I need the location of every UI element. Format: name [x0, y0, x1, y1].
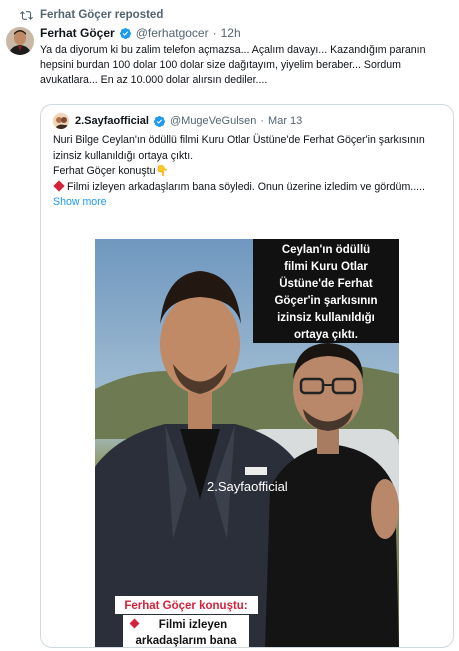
quoted-tweet-text: Nuri Bilge Ceylan'ın ödüllü filmi Kuru O… [53, 133, 445, 211]
verified-badge-icon[interactable] [153, 115, 166, 128]
caption-top-line-4: Göçer'in şarkısının [274, 295, 377, 307]
header-separator: · [212, 26, 217, 40]
repost-label: Ferhat Göçer reposted [40, 9, 164, 21]
repost-icon [20, 10, 33, 20]
show-more-link[interactable]: Show more [53, 195, 445, 211]
repost-indicator[interactable]: Ferhat Göçer reposted [20, 6, 163, 24]
quoted-tweet-card[interactable]: 2.Sayfaofficial @MugeVeGulsen · Mar 13 N… [40, 104, 454, 648]
quoted-header-separator: · [260, 115, 265, 127]
caption-top-line-2: filmi Kuru Otlar [284, 261, 368, 273]
caption-top-line-1: Ceylan'ın ödüllü [282, 244, 370, 256]
quoted-tweet-time[interactable]: Mar 13 [268, 115, 302, 127]
caption-top-line-3: Üstüne'de Ferhat [279, 277, 373, 290]
tweet-header: Ferhat Göçer @ferhatgocer · 12h [40, 26, 241, 40]
tweet-time[interactable]: 12h [221, 26, 241, 40]
verified-badge-icon[interactable] [119, 27, 132, 40]
author-handle[interactable]: @ferhatgocer [136, 26, 209, 40]
quoted-text-line-1: Nuri Bilge Ceylan'ın ödüllü filmi Kuru O… [53, 134, 425, 162]
quoted-author-avatar[interactable] [53, 113, 69, 129]
tweet-text: Ya da diyorum ki bu zalim telefon açmazs… [40, 44, 426, 86]
quoted-avatar-image [53, 113, 69, 129]
quoted-tweet-image[interactable]: Ceylan'ın ödüllü filmi Kuru Otlar Üstüne… [95, 239, 399, 647]
caption-top-line-6: ortaya çıktı. [294, 329, 358, 341]
caption-bottom-title: Ferhat Göçer konuştu: [124, 600, 247, 612]
media-watermark: 2.Sayfaofficial [207, 479, 288, 494]
quoted-text-line-2: Ferhat Göçer konuştu👇 [53, 165, 169, 177]
quoted-author-handle[interactable]: @MugeVeGulsen [170, 115, 256, 127]
media-photo: Ceylan'ın ödüllü filmi Kuru Otlar Üstüne… [95, 239, 399, 647]
caption-top-line-5: izinsiz kullanıldığı [277, 312, 375, 324]
caption-bottom-line-1: Filmi izleyen [159, 619, 227, 631]
quoted-text-line-3-body: Filmi izleyen arkadaşlarım bana söyledi.… [67, 180, 425, 193]
avatar-image [6, 27, 34, 55]
author-name[interactable]: Ferhat Göçer [40, 26, 115, 40]
quoted-tweet-header: 2.Sayfaofficial @MugeVeGulsen · Mar 13 [53, 113, 302, 129]
quoted-text-line-3: Filmi izleyen arkadaşlarım bana söyledi.… [53, 179, 445, 196]
red-diamond-icon [53, 179, 65, 192]
caption-bottom-line-2: arkadaşlarım bana [135, 635, 237, 647]
author-avatar[interactable] [6, 27, 34, 55]
quoted-author-name[interactable]: 2.Sayfaofficial [75, 115, 149, 127]
